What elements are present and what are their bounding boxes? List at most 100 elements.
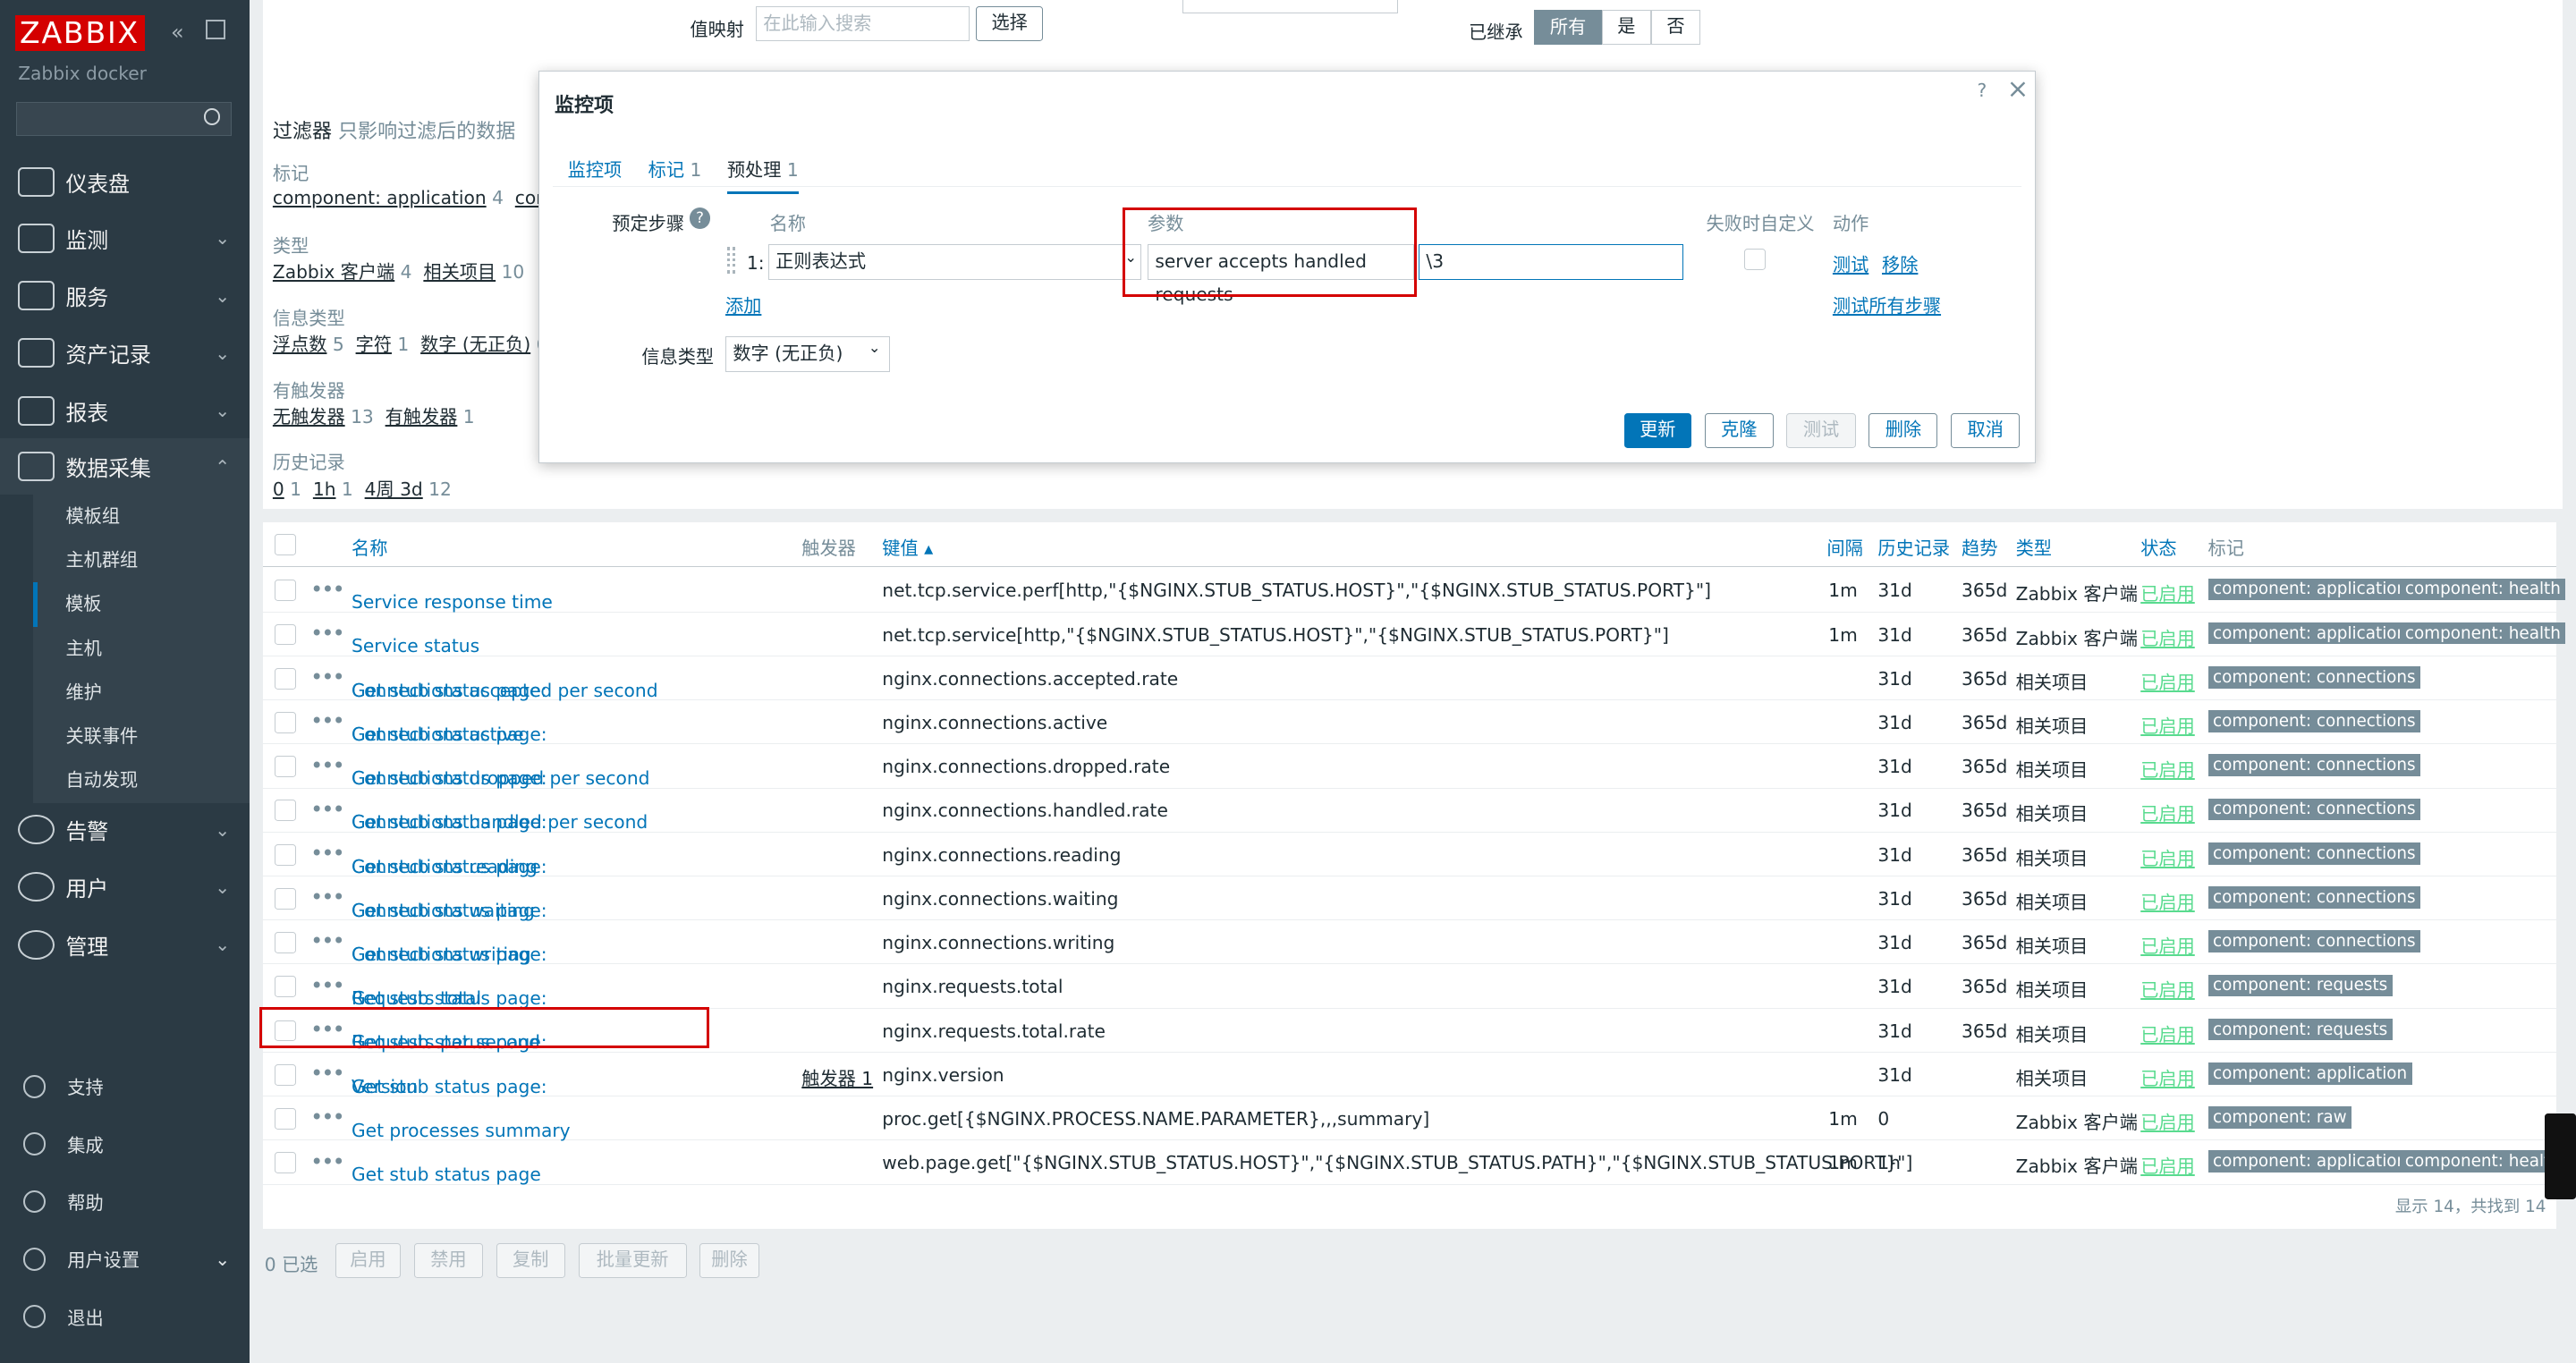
item-status-toggle[interactable]: 已启用 — [2140, 888, 2195, 914]
row-checkbox[interactable] — [274, 1152, 296, 1174]
mass-action-button[interactable]: 启用 — [335, 1243, 402, 1278]
item-name-link[interactable]: Get processes summary — [352, 1120, 571, 1141]
more-options-icon[interactable]: ••• — [310, 708, 345, 733]
item-status-toggle[interactable]: 已启用 — [2140, 1064, 2195, 1090]
item-status-toggle[interactable]: 已启用 — [2140, 932, 2195, 958]
menu-help[interactable]: 帮助 — [0, 1173, 250, 1230]
delete-button[interactable]: 删除 — [1868, 413, 1938, 448]
item-name-link[interactable]: Connections reading — [352, 856, 538, 877]
item-name-link[interactable]: Connections accepted per second — [352, 680, 657, 701]
submenu-item[interactable]: 自动发现 — [32, 758, 250, 803]
item-name-link[interactable]: Connections waiting — [352, 900, 535, 921]
history-filter-3[interactable]: 4周 3d — [365, 478, 423, 500]
submenu-item[interactable]: 主机 — [32, 626, 250, 672]
item-status-toggle[interactable]: 已启用 — [2140, 976, 2195, 1002]
trigger-filter-1[interactable]: 无触发器 — [273, 406, 345, 428]
more-options-icon[interactable]: ••• — [310, 973, 345, 998]
inherited-all-option[interactable]: 所有 — [1534, 10, 1602, 45]
row-checkbox[interactable] — [274, 887, 296, 910]
header-type[interactable]: 类型 — [2016, 534, 2052, 560]
menu-box[interactable]: 集成 — [0, 1115, 250, 1173]
menu-user-settings[interactable]: 用户设置 ⌄ — [0, 1231, 250, 1288]
close-icon[interactable]: × — [2007, 73, 2029, 104]
row-checkbox[interactable] — [274, 932, 296, 953]
type-filter-2[interactable]: 相关项目 — [423, 261, 496, 283]
more-options-icon[interactable]: ••• — [310, 1149, 345, 1174]
history-filter-2[interactable]: 1h — [313, 478, 336, 500]
update-button[interactable]: 更新 — [1623, 413, 1691, 448]
item-status-toggle[interactable]: 已启用 — [2140, 844, 2195, 870]
menu-services[interactable]: 服务 ⌄ — [0, 267, 250, 323]
item-status-toggle[interactable]: 已启用 — [2140, 668, 2195, 694]
item-status-toggle[interactable]: 已启用 — [2140, 712, 2195, 738]
info-filter-1[interactable]: 浮点数 — [273, 334, 327, 355]
item-name-link[interactable]: Connections writing — [352, 944, 531, 965]
item-name-link[interactable]: Get stub status page — [352, 1164, 541, 1185]
sidebar-search-input[interactable] — [16, 101, 232, 137]
value-map-input[interactable]: 在此输入搜索 — [755, 6, 970, 41]
item-name-link[interactable]: Connections active — [352, 724, 524, 745]
row-checkbox[interactable] — [274, 800, 296, 822]
header-status[interactable]: 状态 — [2140, 534, 2176, 560]
test-step-link[interactable]: 测试 — [1833, 250, 1868, 276]
step-type-select[interactable]: 正则表达式 — [767, 243, 1141, 281]
more-options-icon[interactable]: ••• — [310, 928, 345, 953]
item-name-link[interactable]: Connections handled per second — [352, 811, 648, 833]
header-trends[interactable]: 趋势 — [1962, 534, 1997, 560]
more-options-icon[interactable]: ••• — [310, 621, 345, 646]
menu-bell[interactable]: 告警 ⌄ — [0, 801, 250, 857]
row-checkbox[interactable] — [274, 712, 296, 733]
item-status-toggle[interactable]: 已启用 — [2140, 624, 2195, 650]
header-interval[interactable]: 间隔 — [1826, 534, 1862, 560]
test-button[interactable]: 测试 — [1786, 413, 1856, 448]
item-status-toggle[interactable]: 已启用 — [2140, 1108, 2195, 1134]
search-icon[interactable] — [203, 108, 221, 125]
row-checkbox[interactable] — [274, 976, 296, 998]
mass-action-button[interactable]: 批量更新 — [578, 1243, 687, 1278]
clone-button[interactable]: 克隆 — [1704, 413, 1774, 448]
more-options-icon[interactable]: ••• — [310, 841, 345, 866]
menu-headset[interactable]: 支持 — [0, 1058, 250, 1115]
cancel-button[interactable]: 取消 — [1951, 413, 2021, 448]
more-options-icon[interactable]: ••• — [310, 885, 345, 910]
param-output-input[interactable]: \3 — [1419, 243, 1683, 281]
item-name-link[interactable]: Service response time — [352, 591, 553, 613]
mass-action-button[interactable]: 复制 — [496, 1243, 565, 1278]
menu-gear[interactable]: 管理 ⌄ — [0, 917, 250, 972]
select-button[interactable]: 选择 — [975, 6, 1044, 41]
row-checkbox[interactable] — [274, 1063, 296, 1086]
update-interval-input[interactable] — [1182, 0, 1398, 13]
submenu-item[interactable]: 关联事件 — [32, 714, 250, 759]
header-history[interactable]: 历史记录 — [1877, 534, 1950, 560]
mass-action-button[interactable]: 删除 — [699, 1243, 759, 1278]
row-checkbox[interactable] — [274, 1108, 296, 1130]
test-all-steps-link[interactable]: 测试所有步骤 — [1833, 292, 1941, 317]
submenu-item[interactable]: 维护 — [32, 670, 250, 715]
more-options-icon[interactable]: ••• — [310, 1061, 345, 1086]
item-name-link[interactable]: Version — [352, 1076, 418, 1097]
info-type-select[interactable]: 数字 (无正负) — [724, 335, 890, 373]
item-name-link[interactable]: Service status — [352, 635, 479, 656]
steps-help-icon[interactable]: ? — [689, 207, 711, 230]
collapse-icon[interactable]: « — [171, 20, 184, 45]
fail-custom-checkbox[interactable] — [1743, 249, 1766, 271]
remove-step-link[interactable]: 移除 — [1882, 250, 1918, 276]
more-options-icon[interactable]: ••• — [310, 1105, 345, 1130]
row-checkbox[interactable] — [274, 623, 296, 646]
item-name-link[interactable]: Requests total — [352, 987, 481, 1009]
menu-power[interactable]: 退出 — [0, 1288, 250, 1345]
history-filter-1[interactable]: 0 — [273, 478, 284, 500]
submenu-item[interactable]: 模板 — [32, 582, 250, 627]
add-step-link[interactable]: 添加 — [725, 292, 761, 317]
tab-tags[interactable]: 标记 1 — [648, 156, 702, 182]
right-edge-widget[interactable] — [2545, 1113, 2576, 1199]
type-filter-1[interactable]: Zabbix 客户端 — [273, 261, 394, 283]
submenu-item[interactable]: 主机群组 — [32, 538, 250, 583]
menu-monitoring[interactable]: 监测 ⌄ — [0, 210, 250, 266]
submenu-item[interactable]: 模板组 — [32, 494, 250, 539]
more-options-icon[interactable]: ••• — [310, 753, 345, 778]
menu-user[interactable]: 用户 ⌄ — [0, 859, 250, 915]
help-icon[interactable]: ? — [1978, 80, 1987, 101]
header-name[interactable]: 名称 — [352, 534, 387, 560]
tab-preprocessing[interactable]: 预处理 1 — [726, 156, 799, 194]
